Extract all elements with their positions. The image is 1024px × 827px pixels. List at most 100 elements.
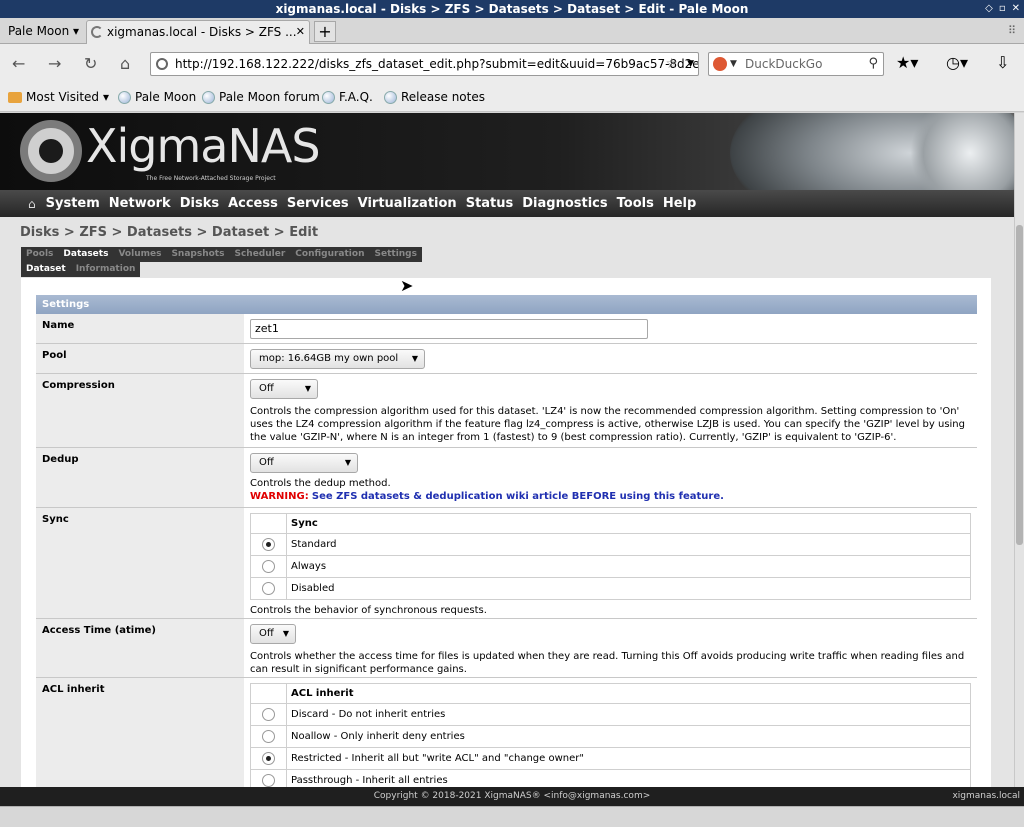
nav-help[interactable]: Help xyxy=(663,196,696,211)
field-label: Access Time (atime) xyxy=(36,619,244,677)
tab-snapshots[interactable]: Snapshots xyxy=(166,247,229,262)
tab-pools[interactable]: Pools xyxy=(21,247,58,262)
page-footer: Copyright © 2018-2021 XigmaNAS® <info@xi… xyxy=(0,787,1024,806)
new-tab-button[interactable]: + xyxy=(314,21,336,42)
search-icon[interactable]: ⚲ xyxy=(868,53,878,75)
globe-icon xyxy=(118,90,131,104)
radio-acl-passthrough[interactable] xyxy=(262,773,275,787)
row-pool: Pool mop: 16.64GB my own pool ▼ xyxy=(36,344,977,374)
page-scrollbar[interactable] xyxy=(1014,113,1024,787)
tab-title: xigmanas.local - Disks > ZFS ... xyxy=(107,25,297,39)
scrollbar-thumb[interactable] xyxy=(1016,225,1023,545)
globe-icon xyxy=(384,90,397,104)
dedup-wiki-link[interactable]: See ZFS datasets & deduplication wiki ar… xyxy=(312,491,724,502)
browser-status-bar xyxy=(0,806,1024,827)
nav-system[interactable]: System xyxy=(46,196,100,211)
browser-tab[interactable]: xigmanas.local - Disks > ZFS ... ✕ xyxy=(86,20,310,44)
nav-services[interactable]: Services xyxy=(287,196,349,211)
nav-tools[interactable]: Tools xyxy=(617,196,654,211)
table-row[interactable]: Passthrough - Inherit all entries xyxy=(250,769,971,787)
atime-select-value: Off xyxy=(259,628,274,639)
tab-close-icon[interactable]: ✕ xyxy=(296,21,305,43)
maximize-icon[interactable]: ▫ xyxy=(999,0,1006,18)
table-row[interactable]: Always xyxy=(250,555,971,578)
back-icon[interactable]: ← xyxy=(12,54,25,73)
settings-form: Settings Name zet1 Pool mop: 16.64GB my … xyxy=(36,295,977,787)
bookmark-release-notes[interactable]: Release notes xyxy=(384,90,485,104)
table-row[interactable]: Discard - Do not inherit entries xyxy=(250,703,971,726)
bookmark-label: Release notes xyxy=(401,90,485,104)
search-placeholder: DuckDuckGo xyxy=(745,57,823,71)
url-text: http://192.168.122.222/disks_zfs_dataset… xyxy=(175,57,699,71)
home-icon[interactable]: ⌂ xyxy=(120,54,130,73)
row-acl-inherit: ACL inherit ACL inherit Discard - Do not… xyxy=(36,678,977,787)
table-row[interactable]: Standard xyxy=(250,533,971,556)
site-identity-icon[interactable] xyxy=(156,58,168,70)
nav-diagnostics[interactable]: Diagnostics xyxy=(522,196,607,211)
search-engine-dropdown-icon[interactable]: ▼ xyxy=(730,53,737,75)
tab-configuration[interactable]: Configuration xyxy=(290,247,369,262)
bookmark-most-visited[interactable]: Most Visited ▾ xyxy=(8,90,109,104)
bookmark-pale-moon-forum[interactable]: Pale Moon forum xyxy=(202,90,320,104)
radio-sync-standard[interactable] xyxy=(262,537,275,551)
forward-icon[interactable]: → xyxy=(48,54,61,73)
field-label: Name xyxy=(36,314,244,343)
bookmark-faq[interactable]: F.A.Q. xyxy=(322,90,373,104)
radio-acl-noallow[interactable] xyxy=(262,729,275,743)
minimize-icon[interactable]: ◇ xyxy=(985,0,993,18)
nav-virtualization[interactable]: Virtualization xyxy=(358,196,457,211)
radio-sync-always[interactable] xyxy=(262,559,275,573)
field-label: ACL inherit xyxy=(36,678,244,787)
radio-acl-discard[interactable] xyxy=(262,707,275,721)
chevron-down-icon: ▼ xyxy=(411,354,418,363)
bookmark-star-icon[interactable]: ☆ xyxy=(665,53,678,75)
bookmark-label: Most Visited xyxy=(26,90,100,104)
tab-datasets[interactable]: Datasets xyxy=(58,247,113,262)
sync-options-table: Sync Standard Always Disabled xyxy=(250,513,971,600)
close-icon[interactable]: ✕ xyxy=(1012,0,1020,18)
url-input[interactable]: http://192.168.122.222/disks_zfs_dataset… xyxy=(150,52,699,76)
tab-scheduler[interactable]: Scheduler xyxy=(229,247,290,262)
atime-select[interactable]: Off ▼ xyxy=(250,624,296,644)
pool-select[interactable]: mop: 16.64GB my own pool ▼ xyxy=(250,349,425,369)
bookmark-pale-moon[interactable]: Pale Moon xyxy=(118,90,196,104)
footer-hostname: xigmanas.local xyxy=(952,791,1020,801)
tab-bar: Pale Moon ▾ xigmanas.local - Disks > ZFS… xyxy=(0,18,1024,44)
tab-groups-icon[interactable]: ⠿ xyxy=(1008,24,1016,37)
home-icon[interactable]: ⌂ xyxy=(28,197,36,211)
nav-status[interactable]: Status xyxy=(466,196,514,211)
option-label: Restricted - Inherit all but "write ACL"… xyxy=(286,747,971,770)
nav-network[interactable]: Network xyxy=(109,196,171,211)
name-input[interactable]: zet1 xyxy=(250,319,648,339)
main-nav: ⌂ System Network Disks Access Services V… xyxy=(0,190,1014,217)
table-row[interactable]: Restricted - Inherit all but "write ACL"… xyxy=(250,747,971,770)
table-row[interactable]: Disabled xyxy=(250,577,971,600)
nav-disks[interactable]: Disks xyxy=(180,196,219,211)
compression-select[interactable]: Off ▼ xyxy=(250,379,318,399)
nav-access[interactable]: Access xyxy=(228,196,278,211)
logo-disc-icon xyxy=(20,120,82,182)
table-row[interactable]: Noallow - Only inherit deny entries xyxy=(250,725,971,748)
app-menu-button[interactable]: Pale Moon ▾ xyxy=(4,21,83,41)
tab-volumes[interactable]: Volumes xyxy=(113,247,166,262)
tab-dataset[interactable]: Dataset xyxy=(21,262,71,277)
search-input[interactable]: ▼ DuckDuckGo ⚲ xyxy=(708,52,884,76)
history-icon[interactable]: ◷▾ xyxy=(946,53,968,72)
url-dropdown-icon[interactable]: ▼ xyxy=(687,53,694,75)
reload-icon[interactable]: ↻ xyxy=(84,54,97,73)
dedup-select[interactable]: Off ▼ xyxy=(250,453,358,473)
radio-acl-restricted[interactable] xyxy=(262,751,275,765)
table-header: ACL inherit xyxy=(286,683,971,704)
tab-information[interactable]: Information xyxy=(71,262,141,277)
bookmarks-menu-icon[interactable]: ★▾ xyxy=(896,53,918,72)
navigation-toolbar: ← → ↻ ⌂ http://192.168.122.222/disks_zfs… xyxy=(0,44,1024,84)
tab-strip-primary: Pools Datasets Volumes Snapshots Schedul… xyxy=(21,247,422,262)
window-controls: ◇ ▫ ✕ xyxy=(985,0,1020,18)
downloads-icon[interactable]: ⇩ xyxy=(996,53,1009,72)
radio-sync-disabled[interactable] xyxy=(262,581,275,595)
tab-strip-secondary: Dataset Information xyxy=(21,262,141,277)
tab-settings[interactable]: Settings xyxy=(370,247,422,262)
window-title: xigmanas.local - Disks > ZFS > Datasets … xyxy=(275,2,749,16)
row-atime: Access Time (atime) Off ▼ Controls whethe… xyxy=(36,619,977,678)
row-compression: Compression Off ▼ Controls the compressio… xyxy=(36,374,977,448)
